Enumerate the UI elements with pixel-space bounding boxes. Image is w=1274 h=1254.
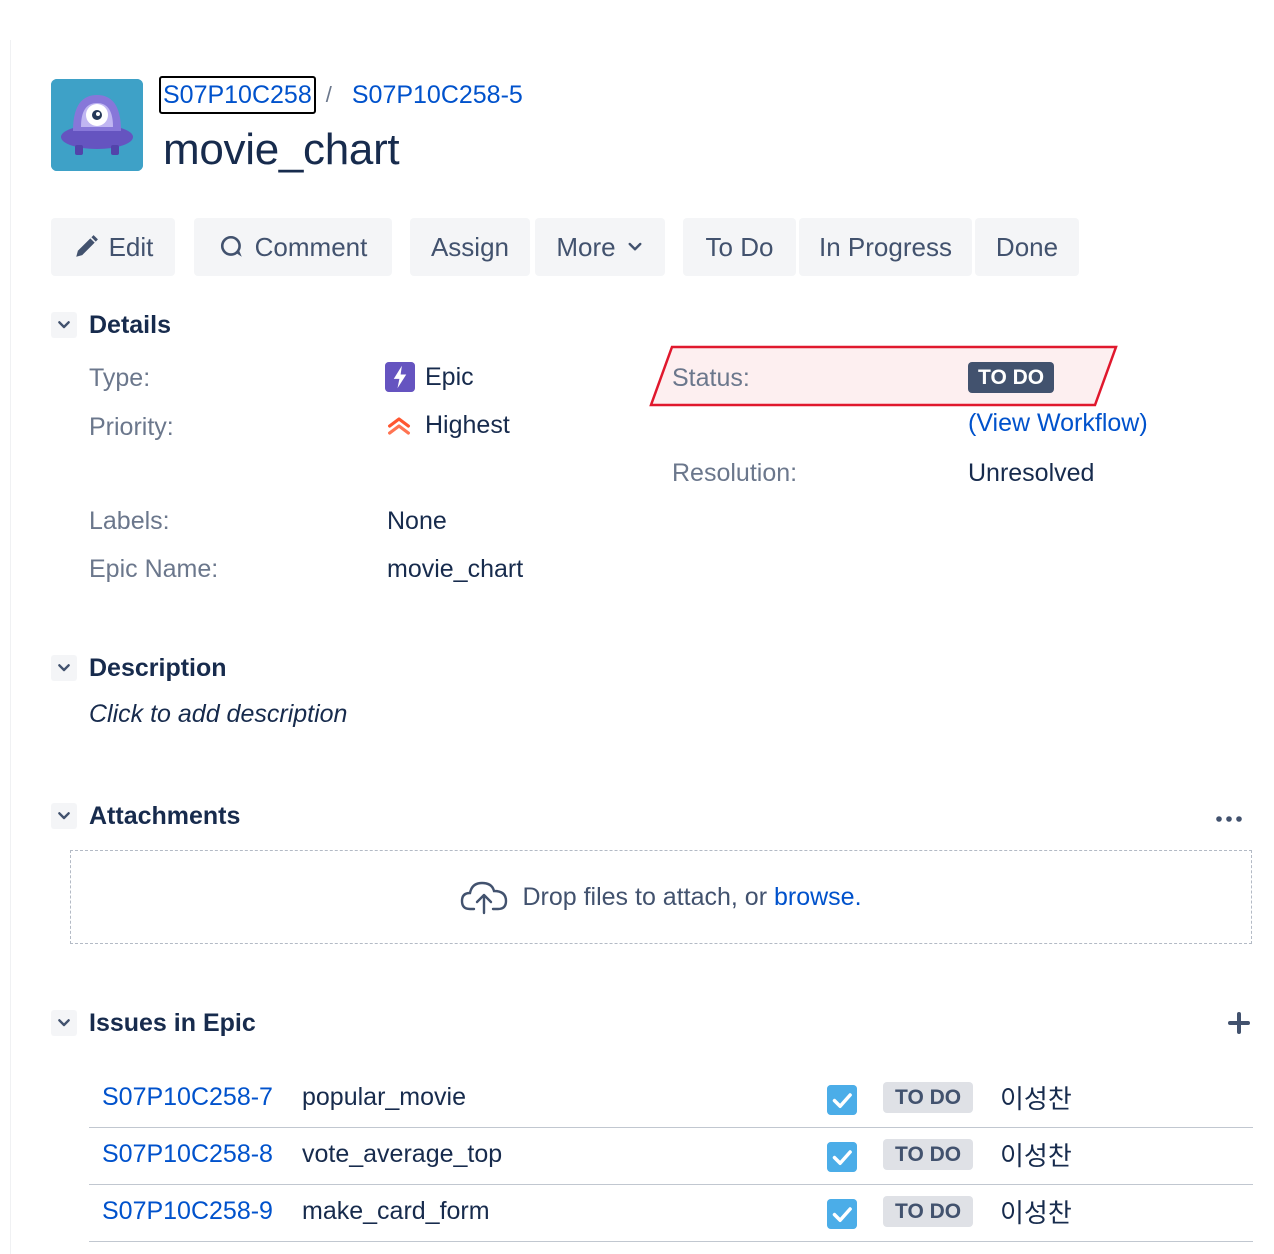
details-title: Details xyxy=(89,310,171,339)
view-workflow: (View Workflow) xyxy=(968,409,1148,438)
type-label: Type: xyxy=(89,364,151,392)
status-badge: TO DO xyxy=(883,1196,974,1227)
description-section-header: Description xyxy=(51,653,227,683)
view-workflow-link[interactable]: (View Workflow) xyxy=(968,409,1148,438)
browse-link[interactable]: browse. xyxy=(774,883,862,911)
drop-text: Drop files to attach, or xyxy=(522,882,768,911)
type-value-text: Epic xyxy=(425,362,474,391)
task-checkbox-icon xyxy=(827,1142,857,1172)
chevron-down-icon xyxy=(58,812,70,820)
description-placeholder[interactable]: Click to add description xyxy=(89,700,347,729)
status-value: TO DO xyxy=(968,362,1055,393)
cloud-upload-icon xyxy=(461,881,508,915)
assign-label: Assign xyxy=(430,231,510,262)
issue-summary[interactable]: vote_average_top xyxy=(302,1140,502,1169)
issue-assignee: 이성찬 xyxy=(1000,1084,1072,1114)
priority-value[interactable]: Highest xyxy=(385,411,510,440)
ufo-robot-avatar-icon xyxy=(51,79,143,171)
in-progress-transition-button[interactable]: In Progress xyxy=(799,218,972,276)
speech-bubble-icon xyxy=(220,235,242,257)
plus-icon xyxy=(1228,1012,1250,1034)
labels-value[interactable]: None xyxy=(387,507,447,536)
page-title[interactable]: movie_chart xyxy=(163,125,400,175)
table-row[interactable]: S07P10C258-8 vote_average_top TO DO 이성찬 xyxy=(89,1128,1253,1185)
issues-toggle[interactable] xyxy=(51,1010,77,1036)
comment-button[interactable]: Comment xyxy=(194,218,392,276)
edit-label: Edit xyxy=(108,231,154,262)
type-value[interactable]: Epic xyxy=(385,362,474,392)
breadcrumb-issue-link[interactable]: S07P10C258-5 xyxy=(352,81,523,110)
issues-section-header: Issues in Epic xyxy=(51,1008,256,1038)
lightning-icon xyxy=(385,362,415,392)
attachment-dropzone[interactable]: Drop files to attach, or browse. xyxy=(70,850,1252,944)
issue-key-link[interactable]: S07P10C258-7 xyxy=(102,1083,273,1112)
task-checkbox-icon xyxy=(827,1085,857,1115)
attachments-section-header: Attachments xyxy=(51,801,240,831)
project-avatar[interactable] xyxy=(51,79,143,171)
issue-summary[interactable]: popular_movie xyxy=(302,1083,466,1112)
done-transition-label: Done xyxy=(995,231,1059,262)
priority-value-text: Highest xyxy=(425,411,510,439)
breadcrumb-separator: / xyxy=(325,82,332,107)
attachments-title: Attachments xyxy=(89,801,241,830)
table-row[interactable]: S07P10C258-9 make_card_form TO DO 이성찬 xyxy=(89,1185,1253,1242)
task-checkbox-icon xyxy=(827,1199,857,1229)
add-issue-button[interactable] xyxy=(1224,1008,1254,1038)
pencil-icon xyxy=(75,235,98,257)
ellipsis-icon xyxy=(1216,816,1242,822)
chevron-down-icon xyxy=(628,242,642,251)
chevron-down-icon xyxy=(58,321,70,329)
table-row[interactable]: S07P10C258-7 popular_movie TO DO 이성찬 xyxy=(89,1071,1253,1128)
status-badge: TO DO xyxy=(883,1139,974,1170)
chevron-down-icon xyxy=(58,664,70,672)
attachments-toggle[interactable] xyxy=(51,803,77,829)
breadcrumb-project-link[interactable]: S07P10C258 xyxy=(159,76,316,114)
issues-title: Issues in Epic xyxy=(89,1008,256,1037)
issue-assignee: 이성찬 xyxy=(1000,1141,1072,1171)
assign-button[interactable]: Assign xyxy=(410,218,530,276)
chevron-down-icon xyxy=(58,1019,70,1027)
description-title: Description xyxy=(89,653,227,682)
resolution-label: Resolution: xyxy=(672,459,798,487)
issue-key-link[interactable]: S07P10C258-9 xyxy=(102,1197,273,1226)
epic-name-value[interactable]: movie_chart xyxy=(387,555,523,584)
status-badge: TO DO xyxy=(883,1082,974,1113)
status-lozenge[interactable]: TO DO xyxy=(968,362,1055,393)
breadcrumb: S07P10C258 / S07P10C258-5 xyxy=(159,75,523,115)
priority-label: Priority: xyxy=(89,413,174,441)
more-button[interactable]: More xyxy=(535,218,665,276)
details-section-header: Details xyxy=(51,310,171,340)
left-border xyxy=(10,40,11,1254)
issue-summary[interactable]: make_card_form xyxy=(302,1197,490,1226)
issue-assignee: 이성찬 xyxy=(1000,1198,1072,1228)
attachments-more-button[interactable] xyxy=(1211,805,1247,833)
details-toggle[interactable] xyxy=(51,312,77,338)
todo-transition-label: To Do xyxy=(705,231,774,262)
description-toggle[interactable] xyxy=(51,655,77,681)
comment-label: Comment xyxy=(254,231,368,262)
status-label: Status: xyxy=(672,364,750,392)
todo-transition-button[interactable]: To Do xyxy=(683,218,796,276)
labels-label: Labels: xyxy=(89,507,170,535)
epic-name-label: Epic Name: xyxy=(89,555,219,583)
issue-key-link[interactable]: S07P10C258-8 xyxy=(102,1140,273,1169)
more-label: More xyxy=(556,231,616,262)
double-chevron-up-icon xyxy=(388,416,410,435)
in-progress-transition-label: In Progress xyxy=(819,231,952,262)
resolution-value: Unresolved xyxy=(968,459,1095,487)
edit-button[interactable]: Edit xyxy=(51,218,175,276)
done-transition-button[interactable]: Done xyxy=(975,218,1079,276)
